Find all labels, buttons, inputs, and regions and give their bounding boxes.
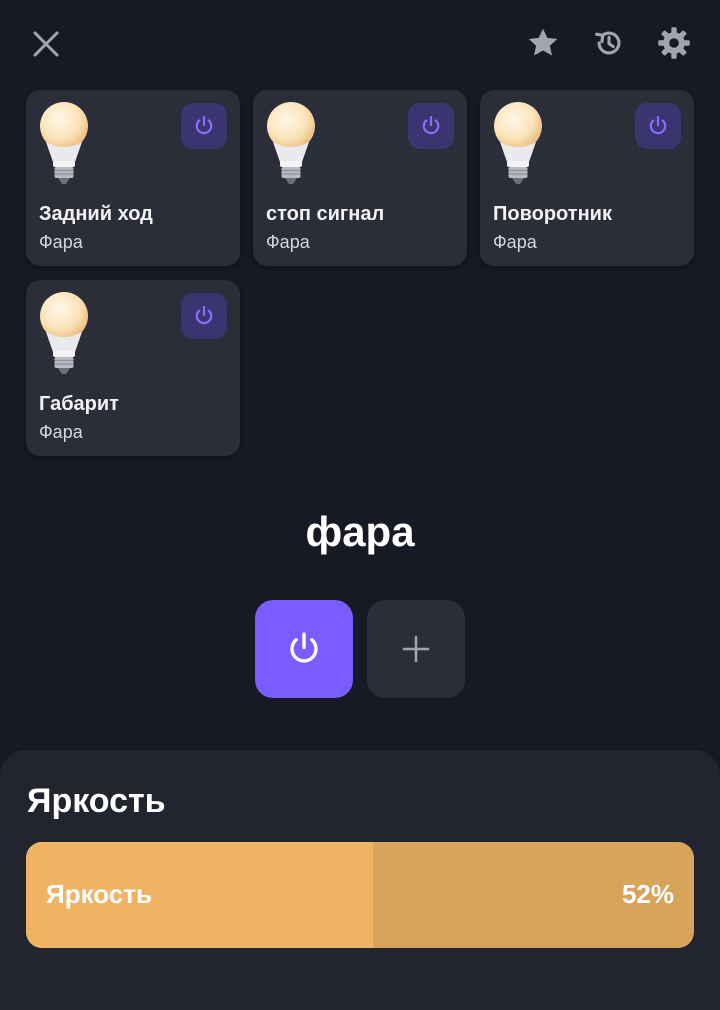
device-power-button[interactable] — [408, 103, 454, 149]
device-name: Поворотник — [493, 203, 612, 225]
history-icon — [594, 31, 621, 55]
settings-button[interactable] — [650, 19, 698, 67]
power-icon — [290, 632, 318, 663]
device-tile-1[interactable]: Задний ход Фара — [26, 90, 240, 266]
device-tile-3[interactable]: Поворотник Фара — [480, 90, 694, 266]
top-bar — [0, 0, 720, 88]
close-icon — [33, 31, 59, 57]
device-name: стоп сигнал — [266, 203, 385, 225]
star-icon — [528, 28, 558, 56]
device-type: Фара — [493, 232, 537, 252]
group-power-button[interactable] — [255, 600, 353, 698]
power-icon — [649, 115, 667, 135]
device-power-button[interactable] — [181, 103, 227, 149]
bulb-icon — [40, 102, 88, 184]
device-name: Задний ход — [39, 203, 153, 225]
plus-icon — [402, 635, 430, 663]
device-power-button[interactable] — [181, 293, 227, 339]
favorite-button[interactable] — [519, 19, 567, 67]
device-tile-2[interactable]: стоп сигнал Фара — [253, 90, 467, 266]
brightness-slider[interactable]: Яркость 52% — [26, 842, 694, 948]
history-button[interactable] — [585, 19, 633, 67]
brightness-value: 52% — [621, 879, 674, 909]
bulb-icon — [267, 102, 315, 184]
device-type: Фара — [39, 232, 83, 252]
bulb-icon — [494, 102, 542, 184]
group-title: фара — [305, 508, 415, 555]
device-power-button[interactable] — [635, 103, 681, 149]
brightness-panel: Яркость Яркость 52% — [0, 750, 720, 1010]
brightness-slider-label: Яркость — [46, 879, 152, 909]
power-icon — [195, 115, 213, 135]
device-name: Габарит — [39, 393, 119, 415]
device-tile-4[interactable]: Габарит Фара — [26, 280, 240, 456]
add-device-button[interactable] — [367, 600, 465, 698]
close-button[interactable] — [22, 20, 70, 68]
power-icon — [422, 115, 440, 135]
gear-icon — [658, 27, 690, 59]
power-icon — [195, 305, 213, 325]
bulb-icon — [40, 292, 88, 374]
device-type: Фара — [39, 422, 83, 442]
brightness-title: Яркость — [27, 782, 166, 820]
device-type: Фара — [266, 232, 310, 252]
